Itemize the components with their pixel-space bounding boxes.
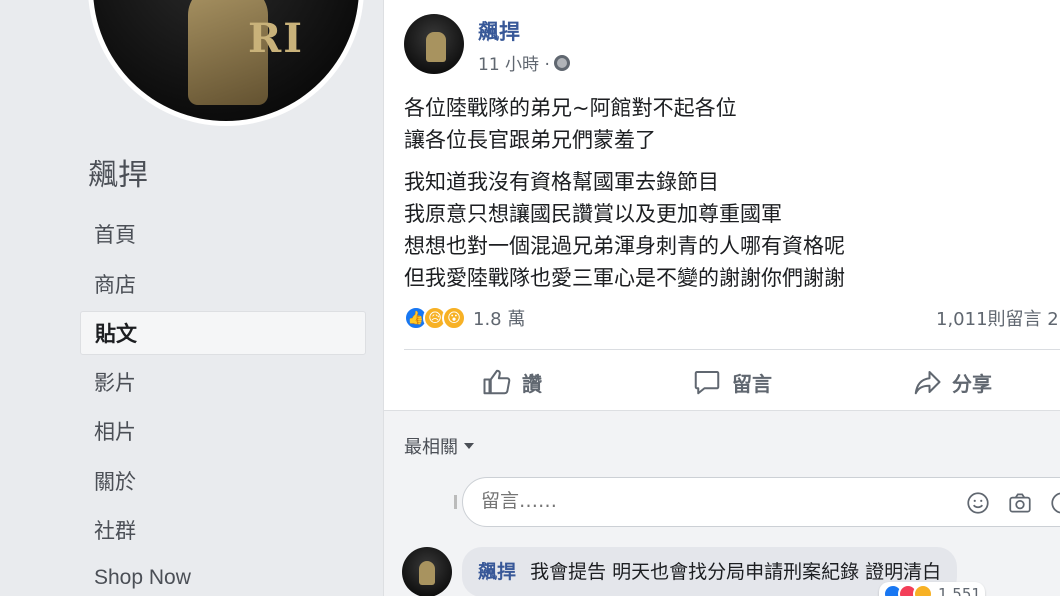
sort-label: 最相關	[404, 437, 458, 458]
post-card: 飆捍 11 小時 · 各位陸戰隊的弟兄~阿館對不起各位 讓各位長官跟弟兄們蒙羞了…	[383, 0, 1060, 410]
reaction-summary[interactable]: 👍 😥 😮 1.8 萬	[404, 305, 525, 331]
comment-icon	[694, 371, 720, 395]
emoji-icon[interactable]	[965, 490, 991, 516]
like-button[interactable]: 讚	[482, 362, 542, 402]
comment-author-avatar[interactable]	[402, 547, 452, 596]
sidebar-item-shop-now[interactable]: Shop Now	[80, 556, 366, 596]
thumbs-up-icon	[483, 369, 511, 395]
page-name[interactable]: 飆捍	[88, 150, 148, 194]
logo-graphic: RI	[248, 15, 304, 62]
camera-icon[interactable]	[1007, 490, 1033, 516]
sidebar-item-about[interactable]: 關於	[80, 460, 366, 504]
comment-text: 我會提告 明天也會找分局申請刑案紀錄 證明清白	[530, 561, 942, 583]
post-text-line: 讓各位長官跟弟兄們蒙羞了	[404, 128, 656, 152]
sidebar-item-community[interactable]: 社群	[80, 509, 366, 553]
post-time-text: 11 小時 ·	[478, 55, 550, 75]
comment-reaction-summary[interactable]: 1,551	[879, 582, 985, 596]
comment-reaction-count: 1,551	[938, 585, 981, 596]
composer-avatar-edge	[454, 495, 457, 509]
comment-label: 留言	[732, 371, 772, 396]
profile-image: RI	[93, 0, 359, 121]
post-text-line: 我原意只想讓國民讚賞以及更加尊重國軍	[404, 202, 782, 226]
post-text-line: 想想也對一個混過兄弟渾身刺青的人哪有資格呢	[404, 234, 845, 258]
like-label: 讚	[522, 371, 542, 396]
chevron-down-icon	[464, 443, 474, 449]
post-author-name[interactable]: 飆捍	[478, 16, 520, 46]
gif-icon[interactable]	[1049, 490, 1060, 516]
comment-button[interactable]: 留言	[692, 362, 772, 402]
share-label: 分享	[952, 371, 992, 396]
post-timestamp[interactable]: 11 小時 ·	[478, 50, 570, 75]
post-text-line: 但我愛陸戰隊也愛三軍心是不變的謝謝你們謝謝	[404, 266, 845, 290]
left-column: RI 飆捍 首頁 商店 貼文 影片 相片 關於 社群 Shop Now	[0, 0, 383, 596]
page-profile-picture[interactable]: RI	[88, 0, 364, 126]
skull-graphic	[426, 32, 446, 62]
comment-author-name[interactable]: 飆捍	[478, 561, 516, 583]
divider	[404, 349, 1060, 350]
sidebar-item-videos[interactable]: 影片	[80, 361, 366, 405]
share-button[interactable]: 分享	[912, 362, 992, 402]
skull-graphic	[419, 561, 435, 585]
globe-icon	[553, 54, 570, 71]
sidebar-item-photos[interactable]: 相片	[80, 410, 366, 454]
sidebar-item-shop[interactable]: 商店	[80, 263, 366, 307]
haha-reaction-icon	[913, 584, 933, 596]
comment-composer[interactable]	[462, 477, 1060, 527]
post-text-line: 各位陸戰隊的弟兄~阿館對不起各位	[404, 96, 737, 120]
sidebar-item-home[interactable]: 首頁	[80, 213, 366, 257]
sidebar-item-posts[interactable]: 貼文	[80, 311, 366, 355]
share-icon	[914, 371, 941, 395]
comment-count[interactable]: 1,011則留言 2	[936, 305, 1059, 331]
wow-reaction-icon: 😮	[442, 306, 466, 330]
comment-sort-dropdown[interactable]: 最相關	[404, 433, 474, 459]
comments-section: 最相關 飆捍 我會提告 明天也會找分局申請刑案紀錄 證明清白 1,551	[383, 410, 1060, 596]
post-author-avatar[interactable]	[404, 14, 464, 74]
post-text-line: 我知道我沒有資格幫國軍去錄節目	[404, 170, 719, 194]
comment-input[interactable]	[481, 490, 921, 512]
reaction-count: 1.8 萬	[473, 309, 526, 330]
